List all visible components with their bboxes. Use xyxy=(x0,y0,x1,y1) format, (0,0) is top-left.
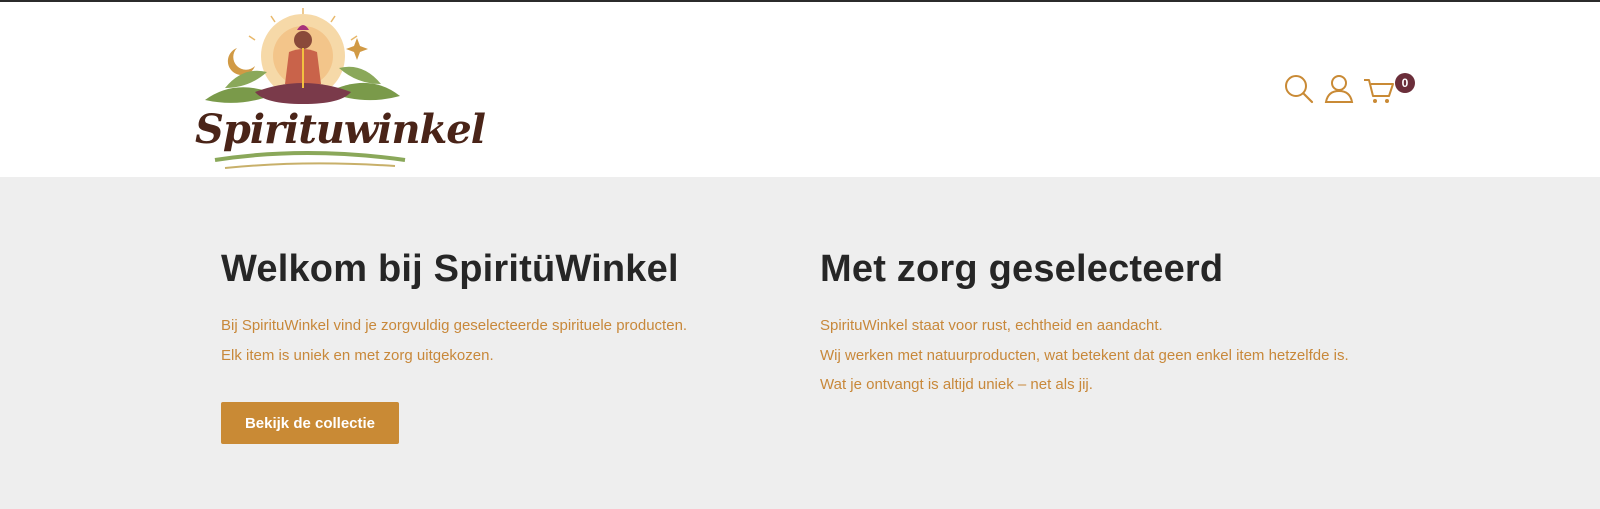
cart-count-badge: 0 xyxy=(1395,73,1415,93)
user-icon[interactable] xyxy=(1322,72,1358,108)
welcome-line-2: Elk item is uniek en met zorg uitgekozen… xyxy=(221,346,494,364)
search-icon[interactable] xyxy=(1282,72,1318,108)
cart-icon[interactable] xyxy=(1362,72,1398,108)
site-header: Spirituwinkel 0 xyxy=(0,2,1600,177)
logo-wordmark: Spirituwinkel xyxy=(195,106,486,153)
hero-band: Welkom bij SpiritüWinkel Bij SpirituWink… xyxy=(0,177,1600,509)
curated-line-2: Wij werken met natuurproducten, wat bete… xyxy=(820,346,1349,364)
welcome-text: Bij SpirituWinkel vind je zorgvuldig ges… xyxy=(221,311,781,370)
welcome-line-1: Bij SpirituWinkel vind je zorgvuldig ges… xyxy=(221,317,688,334)
curated-line-3: Wat je ontvangt is altijd uniek – net al… xyxy=(820,376,1093,393)
welcome-section: Welkom bij SpiritüWinkel Bij SpirituWink… xyxy=(221,245,781,370)
curated-line-1: SpirituWinkel staat voor rust, echtheid … xyxy=(820,317,1163,334)
curated-title: Met zorg geselecteerd xyxy=(820,248,1224,290)
welcome-title: Welkom bij SpiritüWinkel xyxy=(221,248,679,290)
curated-section: Met zorg geselecteerd SpirituWinkel staa… xyxy=(820,245,1440,400)
curated-text: SpirituWinkel staat voor rust, echtheid … xyxy=(820,311,1440,400)
view-collection-button[interactable]: Bekijk de collectie xyxy=(221,402,399,444)
site-logo[interactable]: Spirituwinkel xyxy=(185,8,486,175)
